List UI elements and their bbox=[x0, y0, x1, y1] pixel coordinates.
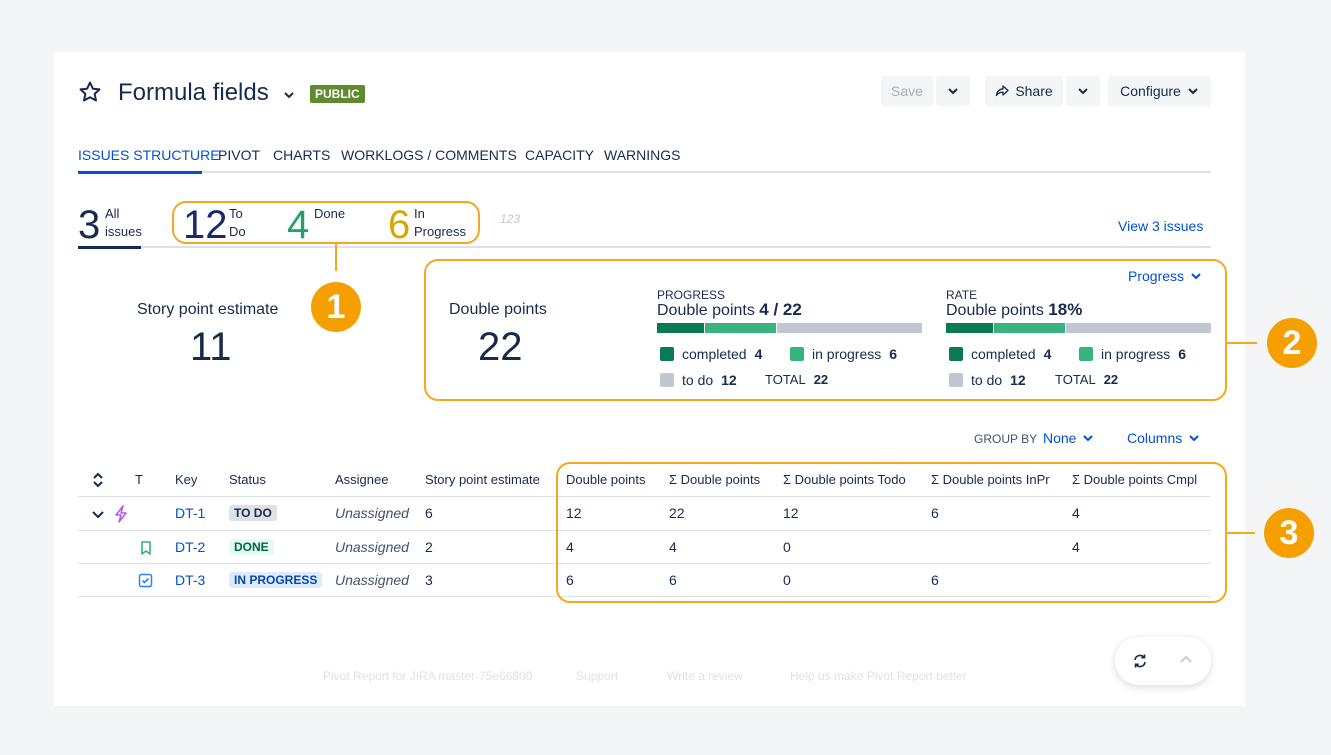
all-issues-count[interactable]: 3 bbox=[78, 205, 100, 245]
status-badge: TO DO bbox=[229, 504, 277, 522]
public-badge: PUBLIC bbox=[310, 85, 365, 103]
star-icon[interactable] bbox=[78, 80, 102, 104]
chevron-down-icon bbox=[948, 88, 958, 95]
double-points-value: 22 bbox=[478, 325, 523, 369]
tab-warnings[interactable]: WARNINGS bbox=[604, 147, 680, 163]
status-badge: IN PROGRESS bbox=[229, 571, 323, 589]
status-badge: DONE bbox=[229, 538, 274, 556]
tabs-divider bbox=[78, 171, 1211, 173]
issue-key-link[interactable]: DT-2 bbox=[175, 539, 205, 555]
footer-improve-link[interactable]: Help us make Pivot Report better bbox=[790, 669, 967, 683]
rate-bar-inprogress bbox=[994, 323, 1065, 333]
chevron-down-icon bbox=[1189, 435, 1199, 442]
legend-total: TOTAL 22 bbox=[765, 372, 829, 387]
task-icon bbox=[138, 573, 153, 588]
save-button[interactable]: Save bbox=[881, 76, 933, 106]
progress-bar-completed bbox=[657, 323, 704, 333]
chevron-down-icon bbox=[1078, 88, 1088, 95]
highlight-formula-columns bbox=[556, 462, 1227, 603]
column-header-assignee[interactable]: Assignee bbox=[335, 472, 388, 487]
callout-connector bbox=[1227, 532, 1255, 534]
story-points-cell: 6 bbox=[425, 505, 433, 521]
configure-button[interactable]: Configure bbox=[1108, 76, 1211, 106]
group-by-dropdown[interactable]: None bbox=[1043, 430, 1094, 446]
legend-completed: completed 4 bbox=[660, 346, 762, 362]
legend-todo: to do 12 bbox=[949, 372, 1026, 388]
inprogress-swatch bbox=[790, 347, 804, 361]
column-header-type[interactable]: T bbox=[135, 472, 143, 487]
story-points-title: Story point estimate bbox=[137, 301, 279, 318]
summary-divider bbox=[78, 246, 1211, 248]
footer-version: Pivot Report for JIRA master-75e66800 bbox=[323, 669, 533, 683]
column-header-status[interactable]: Status bbox=[229, 472, 266, 487]
callout-badge-3: 3 bbox=[1264, 508, 1314, 558]
active-tab-indicator bbox=[78, 171, 202, 174]
tab-charts[interactable]: CHARTS bbox=[273, 147, 330, 163]
double-points-title: Double points bbox=[449, 301, 547, 318]
group-by-label: GROUP BY bbox=[974, 432, 1038, 446]
legend-completed: completed 4 bbox=[949, 346, 1051, 362]
column-header-story-points[interactable]: Story point estimate bbox=[425, 472, 540, 487]
callout-connector bbox=[335, 244, 337, 271]
completed-swatch bbox=[660, 347, 674, 361]
completed-swatch bbox=[949, 347, 963, 361]
tab-pivot[interactable]: PIVOT bbox=[218, 147, 260, 163]
progress-title: Double points 4 / 22 bbox=[657, 300, 802, 319]
assignee-cell: Unassigned bbox=[335, 572, 409, 588]
assignee-cell: Unassigned bbox=[335, 505, 409, 521]
todo-swatch bbox=[949, 373, 963, 387]
view-issues-link[interactable]: View 3 issues bbox=[1118, 218, 1203, 234]
epic-icon bbox=[115, 505, 127, 523]
share-options-button[interactable] bbox=[1066, 76, 1100, 106]
rate-bar-todo bbox=[1066, 323, 1211, 333]
callout-badge-1: 1 bbox=[311, 282, 361, 332]
progress-bar-inprogress bbox=[705, 323, 776, 333]
floating-actions bbox=[1115, 637, 1211, 685]
chevron-down-icon bbox=[1191, 273, 1201, 280]
page-title: Formula fields bbox=[118, 79, 269, 106]
progress-dropdown[interactable]: Progress bbox=[1128, 268, 1202, 284]
tab-capacity[interactable]: CAPACITY bbox=[525, 147, 594, 163]
expand-collapse-all-icon[interactable] bbox=[92, 472, 104, 488]
chevron-up-icon[interactable] bbox=[1179, 653, 1193, 667]
numbers-icon[interactable]: 123 bbox=[500, 212, 528, 236]
tab-worklogs-comments[interactable]: WORKLOGS / COMMENTS bbox=[341, 147, 517, 163]
story-points-value: 11 bbox=[190, 325, 232, 369]
chevron-down-icon bbox=[1188, 88, 1198, 95]
rate-bar-completed bbox=[946, 323, 993, 333]
share-button[interactable]: Share bbox=[985, 76, 1063, 106]
story-points-cell: 3 bbox=[425, 572, 433, 588]
summary-active-indicator bbox=[78, 246, 141, 249]
issue-key-link[interactable]: DT-1 bbox=[175, 505, 205, 521]
columns-dropdown[interactable]: Columns bbox=[1127, 430, 1200, 446]
footer-support-link[interactable]: Support bbox=[576, 669, 618, 683]
callout-badge-2: 2 bbox=[1267, 318, 1317, 368]
assignee-cell: Unassigned bbox=[335, 539, 409, 555]
legend-total: TOTAL 22 bbox=[1055, 372, 1119, 387]
inprogress-swatch bbox=[1079, 347, 1093, 361]
all-issues-label: All issues bbox=[105, 206, 142, 239]
legend-inprogress: in progress 6 bbox=[1079, 346, 1186, 362]
highlight-status-counts bbox=[172, 201, 480, 244]
legend-todo: to do 12 bbox=[660, 372, 737, 388]
share-icon bbox=[996, 85, 1009, 97]
chevron-down-icon bbox=[1083, 435, 1094, 442]
footer-review-link[interactable]: Write a review bbox=[667, 669, 743, 683]
callout-connector bbox=[1227, 342, 1257, 344]
tab-issues-structure[interactable]: ISSUES STRUCTURE bbox=[78, 147, 220, 163]
save-options-button[interactable] bbox=[936, 76, 970, 106]
rate-title: Double points 18% bbox=[946, 300, 1083, 319]
chevron-down-icon[interactable] bbox=[91, 507, 105, 521]
issue-key-link[interactable]: DT-3 bbox=[175, 572, 205, 588]
progress-bar-todo bbox=[777, 323, 922, 333]
chevron-down-icon[interactable] bbox=[282, 88, 296, 102]
legend-inprogress: in progress 6 bbox=[790, 346, 897, 362]
todo-swatch bbox=[660, 373, 674, 387]
story-icon bbox=[141, 541, 151, 555]
column-header-key[interactable]: Key bbox=[175, 472, 197, 487]
story-points-cell: 2 bbox=[425, 539, 433, 555]
refresh-icon[interactable] bbox=[1132, 653, 1148, 669]
